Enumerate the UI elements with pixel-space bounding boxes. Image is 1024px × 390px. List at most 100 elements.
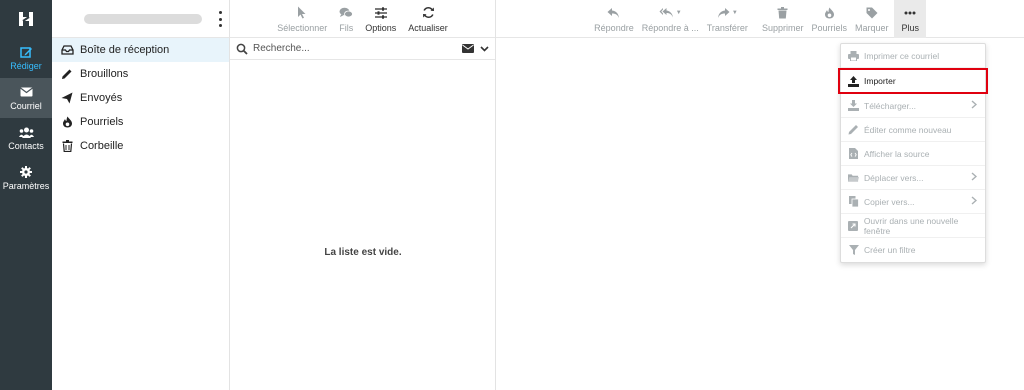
nav-mail-label: Courriel <box>10 101 42 111</box>
more-button-label: Plus <box>901 22 919 33</box>
search-bar: Recherche... <box>230 38 495 60</box>
account-name-redacted <box>84 13 202 24</box>
reply-all-button-label: Répondre à ... <box>641 22 699 33</box>
account-header <box>52 0 229 38</box>
nav-contacts[interactable]: Contacts <box>0 118 52 158</box>
compose-icon <box>19 45 33 59</box>
mark-button-label: Marquer <box>854 22 889 33</box>
reply-all-icon: ▼ <box>659 6 682 20</box>
folder-trash[interactable]: Corbeille <box>52 134 229 158</box>
reply-button[interactable]: Répondre <box>590 0 638 38</box>
trash-icon <box>777 6 788 20</box>
envelope-icon <box>462 44 474 53</box>
source-icon <box>848 148 859 159</box>
pencil-icon <box>60 67 74 81</box>
nav-compose-label: Rédiger <box>10 61 42 71</box>
folder-pane: Boîte de réception Brouillons Envoyés Po… <box>52 0 230 390</box>
message-list-pane: Sélectionner Fils Options Actualiser Rec… <box>230 0 496 390</box>
sliders-icon <box>374 6 388 20</box>
reply-all-caret-icon: ▼ <box>675 9 682 16</box>
folder-inbox-label: Boîte de réception <box>80 44 170 56</box>
message-toolbar: Répondre ▼ Répondre à ... ▼ Transférer S… <box>496 0 1024 38</box>
menu-item-open-new-window[interactable]: Ouvrir dans une nouvelle fenêtre <box>841 214 985 238</box>
reply-button-label: Répondre <box>594 22 634 33</box>
menu-item-edit-as-new[interactable]: Éditer comme nouveau <box>841 118 985 142</box>
menu-item-edit-as-new-label: Éditer comme nouveau <box>864 124 952 135</box>
threads-button[interactable]: Fils <box>335 0 357 38</box>
gear-icon <box>20 165 32 179</box>
contacts-icon <box>18 125 34 139</box>
menu-item-download-label: Télécharger... <box>864 100 916 111</box>
nav-settings[interactable]: Paramètres <box>0 158 52 198</box>
forward-icon: ▼ <box>717 6 738 20</box>
folder-options-icon[interactable] <box>216 11 224 27</box>
forward-caret-icon: ▼ <box>731 9 738 16</box>
folder-junk-label: Pourriels <box>80 116 124 128</box>
trash-icon <box>60 139 74 153</box>
folder-junk[interactable]: Pourriels <box>52 110 229 134</box>
menu-item-copy-to-label: Copier vers... <box>864 196 915 207</box>
menu-item-import[interactable]: Importer <box>838 68 988 94</box>
mail-icon <box>19 85 33 99</box>
more-dots-icon <box>904 6 916 20</box>
menu-item-print-label: Imprimer ce courriel <box>864 50 940 61</box>
forward-button[interactable]: ▼ Transférer <box>703 0 752 38</box>
filter-icon <box>848 245 859 256</box>
more-button[interactable]: Plus <box>894 0 926 38</box>
folder-drafts-label: Brouillons <box>80 68 129 80</box>
menu-item-open-new-window-label: Ouvrir dans une nouvelle fenêtre <box>863 215 959 236</box>
menu-item-show-source[interactable]: Afficher la source <box>841 142 985 166</box>
options-button[interactable]: Options <box>361 0 400 38</box>
chevron-right-icon <box>971 172 977 181</box>
tag-icon <box>866 6 878 20</box>
mark-button[interactable]: Marquer <box>851 0 893 38</box>
folder-sent[interactable]: Envoyés <box>52 86 229 110</box>
junk-button-label: Pourriels <box>811 22 847 33</box>
send-icon <box>60 91 74 105</box>
fire-icon <box>60 115 74 129</box>
forward-button-label: Transférer <box>706 22 748 33</box>
reply-icon <box>607 6 620 20</box>
search-icon <box>236 43 248 55</box>
nav-mail[interactable]: Courriel <box>0 78 52 118</box>
refresh-icon <box>422 6 435 20</box>
folder-inbox[interactable]: Boîte de réception <box>52 38 229 62</box>
menu-item-move-to[interactable]: Déplacer vers... <box>841 166 985 190</box>
chevron-right-icon <box>971 196 977 205</box>
select-button[interactable]: Sélectionner <box>273 0 331 38</box>
nav-settings-label: Paramètres <box>2 181 50 191</box>
threads-icon <box>339 6 354 20</box>
refresh-button-label: Actualiser <box>408 22 448 33</box>
junk-button[interactable]: Pourriels <box>807 0 851 38</box>
threads-button-label: Fils <box>339 22 354 33</box>
list-toolbar: Sélectionner Fils Options Actualiser <box>230 0 495 38</box>
upload-icon <box>848 75 859 87</box>
menu-item-print[interactable]: Imprimer ce courriel <box>841 44 985 68</box>
folder-sent-label: Envoyés <box>80 92 123 104</box>
menu-item-copy-to[interactable]: Copier vers... <box>841 190 985 214</box>
menu-item-create-filter[interactable]: Créer un filtre <box>841 238 985 262</box>
main-nav: Rédiger Courriel Contacts Paramètres <box>0 0 52 390</box>
select-button-label: Sélectionner <box>277 22 328 33</box>
search-options[interactable] <box>462 44 489 53</box>
menu-item-import-label: Importer <box>864 76 896 86</box>
menu-item-download[interactable]: Télécharger... <box>841 94 985 118</box>
empty-list-message: La liste est vide. <box>324 247 402 258</box>
fire-icon <box>824 6 835 20</box>
chevron-right-icon <box>971 100 977 109</box>
chevron-down-icon <box>480 45 489 52</box>
search-input[interactable]: Recherche... <box>253 43 462 54</box>
folder-drafts[interactable]: Brouillons <box>52 62 229 86</box>
inbox-icon <box>60 43 74 57</box>
delete-button[interactable]: Supprimer <box>758 0 808 38</box>
options-button-label: Options <box>365 22 397 33</box>
menu-item-show-source-label: Afficher la source <box>864 148 930 159</box>
delete-button-label: Supprimer <box>761 22 804 33</box>
nav-compose[interactable]: Rédiger <box>0 38 52 78</box>
refresh-button[interactable]: Actualiser <box>404 0 452 38</box>
copy-icon <box>848 196 859 207</box>
pointer-icon <box>297 6 307 20</box>
menu-item-create-filter-label: Créer un filtre <box>864 245 916 255</box>
logo[interactable] <box>0 0 52 38</box>
reply-all-button[interactable]: ▼ Répondre à ... <box>638 0 703 38</box>
